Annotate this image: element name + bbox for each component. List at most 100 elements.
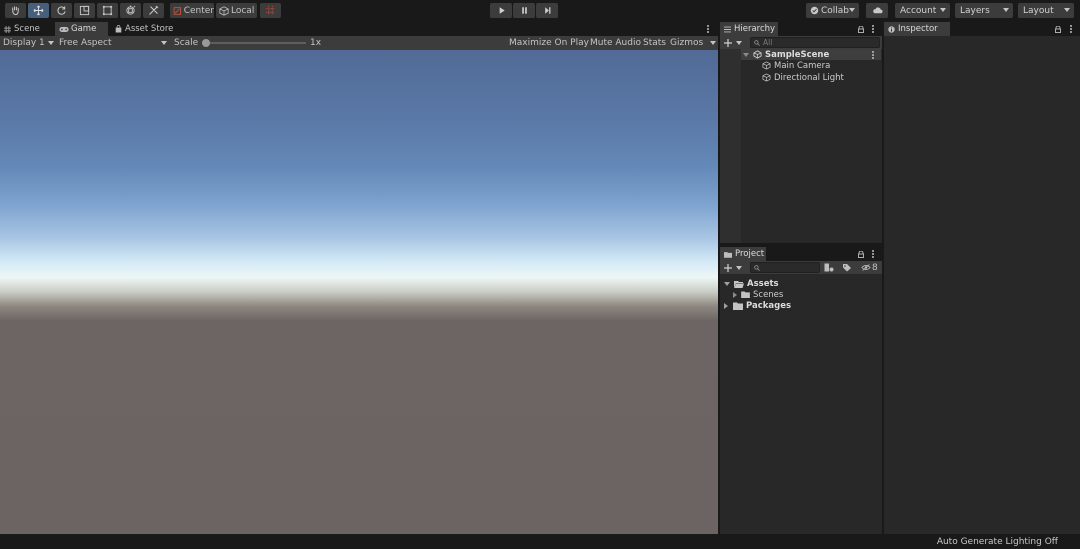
scale-slider-track[interactable]	[202, 42, 306, 44]
hierarchy-item[interactable]: Main Camera	[762, 60, 830, 71]
collab-check-icon	[810, 6, 819, 15]
play-icon	[499, 7, 505, 14]
rect-icon	[102, 5, 113, 16]
hierarchy-item-label: Directional Light	[774, 72, 844, 83]
gizmos-label: Gizmos	[670, 38, 704, 48]
scale-slider-thumb[interactable]	[202, 39, 210, 47]
tab-hierarchy[interactable]: Hierarchy	[720, 22, 778, 36]
scale-tool-button[interactable]	[74, 3, 95, 18]
step-icon	[544, 7, 550, 14]
expand-arrow-icon[interactable]	[743, 52, 749, 57]
pivot-local-toggle[interactable]: Local	[216, 3, 257, 18]
tab-project[interactable]: Project	[720, 247, 766, 261]
layout-label: Layout	[1023, 5, 1054, 16]
collapse-arrow-icon[interactable]	[733, 291, 737, 298]
hierarchy-item[interactable]: Directional Light	[762, 72, 844, 83]
expand-arrow-icon[interactable]	[724, 281, 730, 286]
chevron-down-icon	[48, 41, 54, 45]
game-view-viewport[interactable]	[0, 50, 718, 534]
tools-icon	[149, 5, 159, 15]
tab-hierarchy-label: Hierarchy	[734, 24, 776, 34]
lock-icon[interactable]	[858, 251, 864, 258]
project-tabbar: Project	[720, 247, 882, 261]
folder-icon	[733, 302, 743, 310]
transform-icon	[126, 5, 136, 15]
tab-scene[interactable]: Scene	[0, 22, 52, 36]
tab-inspector[interactable]: Inspector	[884, 22, 950, 36]
step-button[interactable]	[536, 3, 558, 18]
move-tool-button[interactable]	[28, 3, 49, 18]
tab-asset-store[interactable]: Asset Store	[111, 22, 177, 36]
layers-dropdown[interactable]: Layers	[955, 3, 1013, 18]
collapse-arrow-icon[interactable]	[724, 302, 728, 309]
display-dropdown[interactable]: Display 1	[3, 36, 55, 50]
hierarchy-toolbar: All	[720, 36, 882, 49]
hierarchy-search-input[interactable]: All	[750, 37, 880, 48]
filter-by-type-icon[interactable]	[824, 263, 834, 272]
transform-tool-button[interactable]	[120, 3, 141, 18]
tab-game[interactable]: Game	[55, 22, 108, 36]
project-folder-assets[interactable]: Assets	[722, 278, 779, 289]
aspect-label: Free Aspect	[59, 38, 112, 48]
pause-button[interactable]	[513, 3, 535, 18]
hierarchy-tabbar: Hierarchy	[720, 22, 882, 36]
folder-icon	[741, 291, 750, 298]
create-dropdown[interactable]	[724, 37, 742, 48]
tab-scene-label: Scene	[14, 24, 40, 34]
stats-button[interactable]: Stats	[643, 38, 666, 48]
inspector-panel	[884, 36, 1080, 534]
aspect-dropdown[interactable]: Free Aspect	[59, 36, 168, 50]
hidden-packages-toggle[interactable]: 8	[861, 262, 878, 273]
more-options-icon[interactable]	[872, 25, 875, 34]
create-dropdown[interactable]	[724, 262, 742, 273]
gizmos-dropdown[interactable]: Gizmos	[670, 36, 717, 50]
account-label: Account	[900, 5, 937, 16]
pause-icon	[521, 7, 527, 14]
filter-by-label-icon[interactable]	[842, 263, 852, 272]
hierarchy-scene-row[interactable]: SampleScene	[741, 49, 881, 60]
project-search-input[interactable]	[750, 262, 820, 273]
hand-tool-button[interactable]	[5, 3, 26, 18]
more-options-icon[interactable]	[707, 25, 710, 34]
lock-icon[interactable]	[858, 26, 864, 33]
project-folder-scenes[interactable]: Scenes	[732, 289, 783, 300]
pivot-local-label: Local	[231, 5, 255, 16]
collab-dropdown[interactable]: Collab	[806, 3, 859, 18]
shopping-bag-icon	[115, 25, 122, 33]
status-bar: Auto Generate Lighting Off	[0, 534, 1080, 549]
hierarchy-search-placeholder: All	[763, 38, 773, 47]
account-dropdown[interactable]: Account	[895, 3, 950, 18]
eye-slash-icon	[861, 264, 871, 271]
more-options-icon[interactable]	[872, 250, 875, 259]
custom-tools-button[interactable]	[143, 3, 164, 18]
search-icon	[754, 39, 760, 46]
tab-asset-store-label: Asset Store	[125, 24, 174, 34]
unity-scene-icon	[753, 50, 762, 59]
grid-snap-button[interactable]	[260, 3, 281, 18]
hidden-packages-count: 8	[872, 262, 878, 273]
lock-icon[interactable]	[1055, 26, 1061, 33]
pivot-center-toggle[interactable]: Center	[170, 3, 214, 18]
chevron-down-icon	[849, 8, 855, 12]
gamepad-icon	[59, 26, 69, 32]
scene-tabbar: Scene Game Asset Store	[0, 22, 718, 36]
hierarchy-gutter	[720, 49, 741, 243]
more-options-icon[interactable]	[872, 51, 875, 60]
more-options-icon[interactable]	[1070, 25, 1073, 34]
cloud-button[interactable]	[866, 3, 888, 18]
mute-audio-button[interactable]: Mute Audio	[590, 38, 641, 48]
rect-tool-button[interactable]	[97, 3, 118, 18]
cube-icon	[219, 5, 229, 16]
play-button[interactable]	[490, 3, 512, 18]
scale-value: 1x	[310, 38, 322, 48]
project-folder-packages[interactable]: Packages	[722, 300, 791, 311]
inspector-tabbar: Inspector	[884, 22, 1080, 36]
chevron-down-icon	[736, 41, 742, 45]
tab-inspector-label: Inspector	[898, 24, 938, 34]
chevron-down-icon	[1064, 8, 1070, 12]
rotate-tool-button[interactable]	[51, 3, 72, 18]
maximize-on-play-button[interactable]: Maximize On Play	[509, 38, 589, 48]
layout-dropdown[interactable]: Layout	[1018, 3, 1074, 18]
folder-open-icon	[734, 280, 744, 288]
plus-icon	[724, 263, 732, 272]
